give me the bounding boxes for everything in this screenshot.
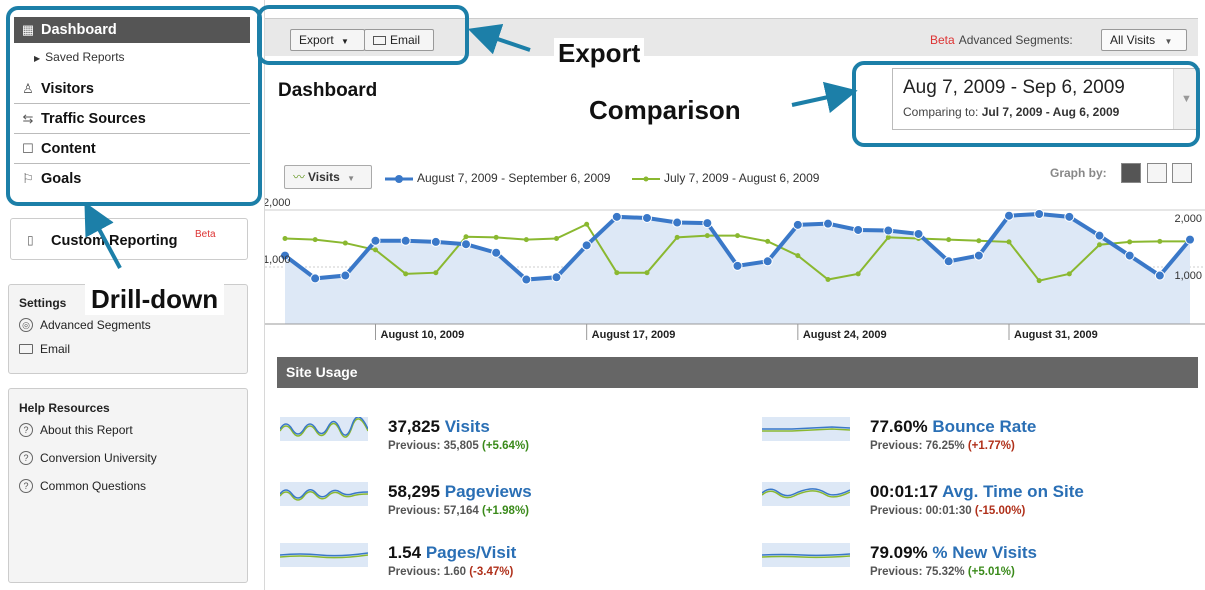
drilldown-arrow bbox=[84, 201, 122, 269]
comparison-arrow bbox=[791, 81, 858, 114]
export-annotation: Export bbox=[554, 38, 645, 69]
export-arrow bbox=[467, 24, 531, 55]
ga-dashboard-screen: ▦ Dashboard ▶ Saved Reports ♙ Visitors ⇆ … bbox=[0, 0, 1205, 590]
comparison-annotation: Comparison bbox=[585, 95, 745, 126]
drilldown-annotation: Drill-down bbox=[85, 284, 225, 315]
